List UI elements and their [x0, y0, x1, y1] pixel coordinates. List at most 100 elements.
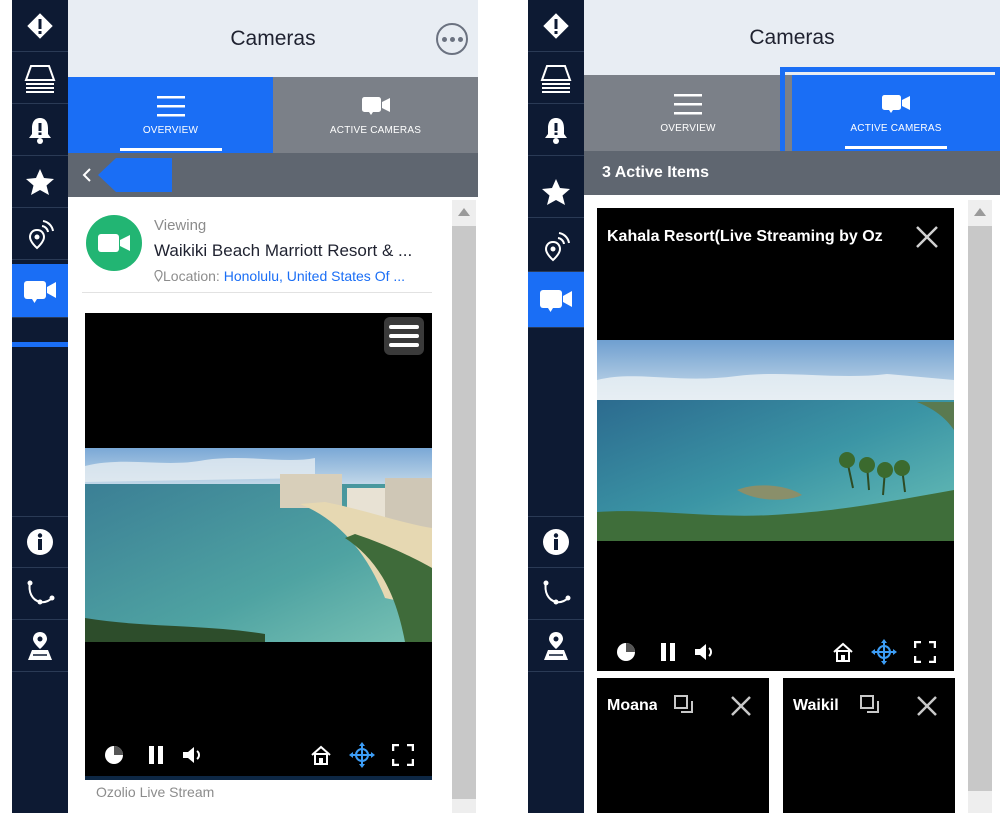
rail-item-alerts[interactable] — [12, 0, 68, 52]
pan-crosshair-icon — [349, 742, 375, 768]
selection-highlight — [780, 67, 1000, 159]
rail-item-map[interactable] — [528, 620, 584, 672]
camera-location: Location: Honolulu, United States Of ... — [154, 268, 405, 284]
home-icon — [311, 745, 331, 765]
location-pin-icon — [154, 269, 163, 282]
rail-item-signal[interactable] — [12, 208, 68, 260]
camera-card[interactable]: Viewing Waikiki Beach Marriott Resort & … — [82, 207, 432, 293]
scroll-up-arrow[interactable] — [452, 200, 476, 224]
fullscreen-icon — [392, 744, 414, 766]
video-menu-button[interactable] — [384, 317, 424, 355]
page-title: Cameras — [749, 25, 835, 49]
pan-tilt-button[interactable] — [349, 742, 375, 768]
back-arrow-indicator — [98, 158, 172, 192]
scrollbar[interactable] — [452, 200, 476, 813]
tab-bar: OVERVIEW ACTIVE CAMERAS — [68, 77, 478, 153]
rail-item-notifications[interactable] — [528, 104, 584, 156]
volume-button[interactable] — [693, 641, 717, 663]
pan-crosshair-icon — [871, 639, 897, 665]
star-icon — [26, 168, 54, 195]
fullscreen-button[interactable] — [391, 743, 415, 767]
volume-icon — [695, 644, 712, 660]
tab-overview[interactable]: OVERVIEW — [584, 75, 792, 151]
rail-item-alerts[interactable] — [528, 0, 584, 52]
pan-tilt-button[interactable] — [871, 639, 897, 665]
tab-active-cameras[interactable]: ACTIVE CAMERAS — [273, 77, 478, 153]
close-video-button[interactable] — [729, 694, 753, 718]
rail-item-route[interactable] — [528, 568, 584, 620]
home-view-button[interactable] — [309, 743, 333, 767]
quality-button[interactable] — [615, 641, 637, 663]
pane-header: Cameras — [584, 0, 1000, 75]
left-panel: Cameras OVERVIEW ACTIVE CAMERAS Viewing … — [12, 0, 478, 813]
volume-button[interactable] — [181, 744, 205, 766]
info-icon — [543, 529, 569, 555]
tab-active-cameras-label: ACTIVE CAMERAS — [329, 124, 422, 136]
video-controls — [103, 741, 415, 769]
pause-button[interactable] — [657, 641, 679, 663]
scroll-up-arrow[interactable] — [968, 200, 992, 224]
tab-overview[interactable]: OVERVIEW — [68, 77, 273, 153]
mini-video-card[interactable]: Waikil — [783, 678, 955, 813]
main-video-player[interactable]: Kahala Resort(Live Streaming by Oz — [597, 208, 954, 671]
home-icon — [833, 642, 853, 662]
nav-rail — [528, 0, 584, 813]
layers-icon — [540, 64, 572, 93]
video-frame-kahala — [597, 340, 954, 541]
rail-item-favorites[interactable] — [528, 166, 584, 218]
rail-item-info[interactable] — [528, 516, 584, 568]
rail-item-layers[interactable] — [12, 52, 68, 104]
pane-header: Cameras — [68, 0, 478, 77]
location-link[interactable]: Honolulu, United States Of ... — [224, 268, 405, 284]
fullscreen-button[interactable] — [913, 640, 937, 664]
tab-overview-label: OVERVIEW — [660, 122, 716, 134]
scrollbar-thumb[interactable] — [452, 226, 476, 799]
mini-video-card[interactable]: Moana — [597, 678, 769, 813]
rail-item-layers[interactable] — [528, 52, 584, 104]
rail-item-info[interactable] — [12, 516, 68, 568]
video-frame-waikiki — [85, 448, 432, 642]
fullscreen-icon — [914, 641, 936, 663]
close-video-button[interactable] — [914, 224, 940, 250]
restore-window-icon — [674, 695, 693, 713]
menu-icon — [674, 93, 702, 114]
pause-icon — [149, 746, 163, 764]
camera-name: Waikiki Beach Marriott Resort & ... — [154, 241, 413, 260]
cameras-pane: Cameras OVERVIEW ACTIVE CAMERAS Viewing … — [68, 0, 478, 813]
video-caption: Ozolio Live Stream — [96, 784, 215, 800]
scrollbar[interactable] — [968, 200, 992, 813]
rail-item-notifications[interactable] — [12, 104, 68, 156]
rail-item-signal[interactable] — [528, 220, 584, 272]
video-camera-icon — [361, 96, 390, 115]
signal-pin-icon — [544, 231, 570, 261]
close-video-button[interactable] — [915, 694, 939, 718]
chevron-left-icon — [82, 168, 91, 182]
scrollbar-thumb[interactable] — [968, 226, 992, 791]
caret-up-icon — [458, 208, 470, 216]
star-icon — [542, 178, 570, 205]
quality-button[interactable] — [103, 744, 125, 766]
bell-alert-icon — [545, 117, 567, 144]
bell-alert-icon — [29, 117, 51, 144]
alert-diamond-icon — [27, 12, 53, 39]
video-camera-icon — [540, 289, 572, 312]
restore-video-button[interactable] — [859, 694, 883, 718]
close-icon — [731, 696, 751, 716]
rail-item-favorites[interactable] — [12, 156, 68, 208]
rail-item-map[interactable] — [12, 620, 68, 672]
pause-button[interactable] — [145, 744, 167, 766]
more-options-button[interactable] — [436, 23, 468, 55]
video-camera-icon — [98, 234, 130, 252]
restore-window-icon — [860, 695, 879, 713]
back-button[interactable] — [76, 164, 98, 186]
mini-video-title: Moana — [607, 697, 657, 714]
map-pin-icon — [544, 631, 568, 660]
mini-video-title: Waikil — [793, 697, 839, 714]
quality-pie-icon — [617, 643, 635, 661]
restore-video-button[interactable] — [673, 694, 697, 718]
rail-item-cameras[interactable] — [528, 272, 584, 328]
rail-item-route[interactable] — [12, 568, 68, 620]
close-icon — [916, 226, 938, 248]
home-view-button[interactable] — [831, 640, 855, 664]
video-player[interactable] — [85, 313, 432, 780]
